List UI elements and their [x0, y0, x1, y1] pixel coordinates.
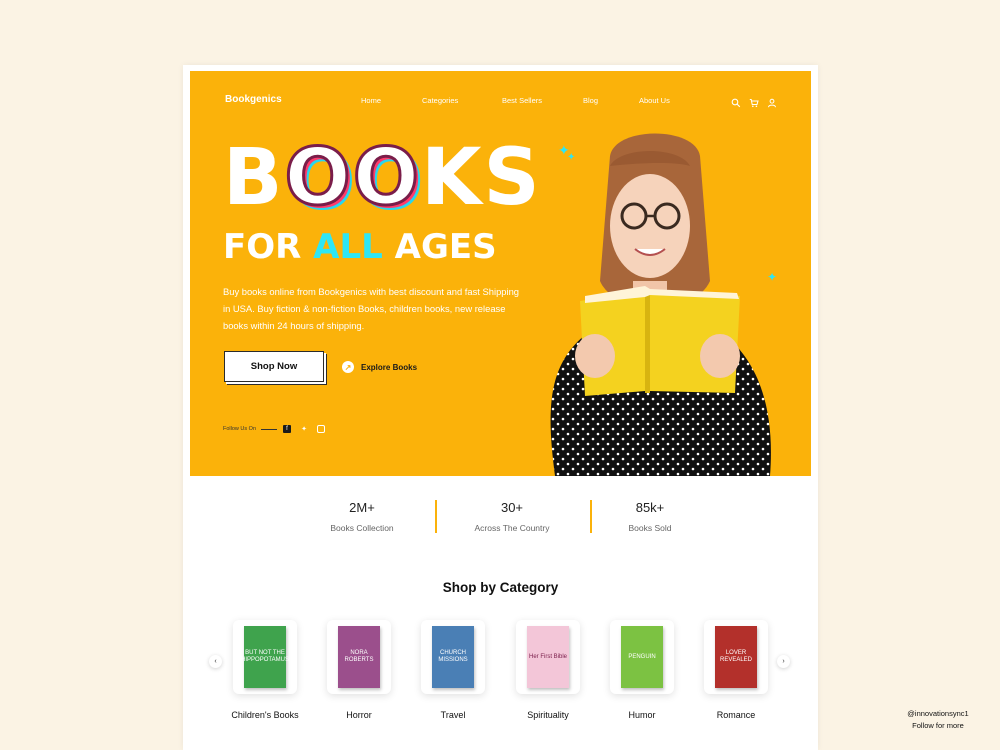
headline-letter-b: B — [223, 133, 285, 223]
nav-about-us[interactable]: About Us — [639, 96, 670, 105]
stat-books-collection: 2M+ Books Collection — [302, 500, 422, 533]
stat-label: Books Sold — [628, 523, 672, 533]
category-card: Her First Bible — [516, 620, 580, 694]
stat-value: 85k+ — [635, 500, 665, 515]
search-icon[interactable] — [731, 95, 741, 108]
category-label: Children's Books — [231, 710, 299, 720]
stat-label: Across The Country — [474, 523, 550, 533]
category-label: Romance — [716, 710, 756, 720]
credit-note: Follow for more — [912, 721, 964, 730]
stat-label: Books Collection — [330, 523, 394, 533]
stat-value: 2M+ — [349, 500, 375, 515]
shop-now-button[interactable]: Shop Now — [224, 351, 324, 382]
shop-by-category-title: Shop by Category — [442, 580, 559, 595]
carousel-next-button[interactable]: › — [777, 655, 790, 668]
category-label: Horror — [346, 710, 372, 720]
category-card: PENGUIN — [610, 620, 674, 694]
subheadline-for: FOR — [223, 227, 314, 267]
follow-label: Follow Us On — [223, 426, 257, 432]
explore-books-link[interactable]: ↗ Explore Books — [342, 361, 417, 373]
book-cover: Her First Bible — [527, 626, 569, 688]
book-cover: NORA ROBERTS — [338, 626, 380, 688]
subheadline-ages: AGES — [382, 227, 497, 267]
category-card: LOVER REVEALED — [704, 620, 768, 694]
arrow-right-icon: ↗ — [342, 361, 354, 373]
hero-subheadline: FOR ALL AGES — [223, 230, 497, 264]
brand-logo[interactable]: Bookgenics — [225, 94, 282, 105]
nav-home[interactable]: Home — [361, 96, 381, 105]
category-travel[interactable]: CHURCH MISSIONS Travel — [418, 620, 488, 720]
hero-banner: Bookgenics Home Categories Best Sellers … — [190, 71, 811, 476]
stat-value: 30+ — [500, 500, 524, 515]
category-label: Humor — [628, 710, 656, 720]
hero-model-image — [550, 133, 771, 476]
category-romance[interactable]: LOVER REVEALED Romance — [701, 620, 771, 720]
divider-line — [261, 428, 278, 430]
stat-books-sold: 85k+ Books Sold — [590, 500, 710, 533]
category-horror[interactable]: NORA ROBERTS Horror — [324, 620, 394, 720]
instagram-icon[interactable] — [317, 425, 326, 433]
stat-across-country: 30+ Across The Country — [452, 500, 572, 533]
user-icon[interactable] — [767, 95, 777, 108]
category-label: Spirituality — [527, 710, 569, 720]
category-card: CHURCH MISSIONS — [421, 620, 485, 694]
book-cover: CHURCH MISSIONS — [432, 626, 474, 688]
facebook-icon[interactable]: f — [283, 425, 292, 433]
hero-headline: BOOKS — [223, 138, 542, 219]
category-childrens-books[interactable]: BUT NOT THE HIPPOPOTAMUS Children's Book… — [230, 620, 300, 720]
category-label: Travel — [440, 710, 466, 720]
book-cover: BUT NOT THE HIPPOPOTAMUS — [241, 626, 289, 688]
credit-handle: @innovationsync1 — [907, 709, 969, 718]
explore-books-label: Explore Books — [361, 362, 418, 372]
book-cover: PENGUIN — [621, 626, 663, 688]
book-cover: LOVER REVEALED — [715, 626, 757, 688]
category-card: NORA ROBERTS — [327, 620, 391, 694]
nav-categories[interactable]: Categories — [422, 96, 458, 105]
cart-icon[interactable] — [749, 95, 759, 108]
category-card: BUT NOT THE HIPPOPOTAMUS — [233, 620, 297, 694]
hero-description: Buy books online from Bookgenics with be… — [223, 286, 520, 331]
nav-blog[interactable]: Blog — [583, 96, 598, 105]
carousel-prev-button[interactable]: ‹ — [209, 655, 222, 668]
subheadline-all: ALL — [313, 227, 383, 267]
twitter-icon[interactable]: ✦ — [300, 425, 308, 433]
header-icons — [731, 95, 777, 108]
headline-letter-o2: O — [351, 133, 422, 223]
creator-credit: @innovationsync1 Follow for more — [898, 708, 978, 732]
headline-letter-o1: O — [283, 133, 353, 223]
nav-best-sellers[interactable]: Best Sellers — [502, 96, 542, 105]
social-follow: Follow Us On f ✦ — [223, 425, 334, 433]
category-humor[interactable]: PENGUIN Humor — [607, 620, 677, 720]
stat-divider — [435, 500, 437, 533]
category-spirituality[interactable]: Her First Bible Spirituality — [513, 620, 583, 720]
